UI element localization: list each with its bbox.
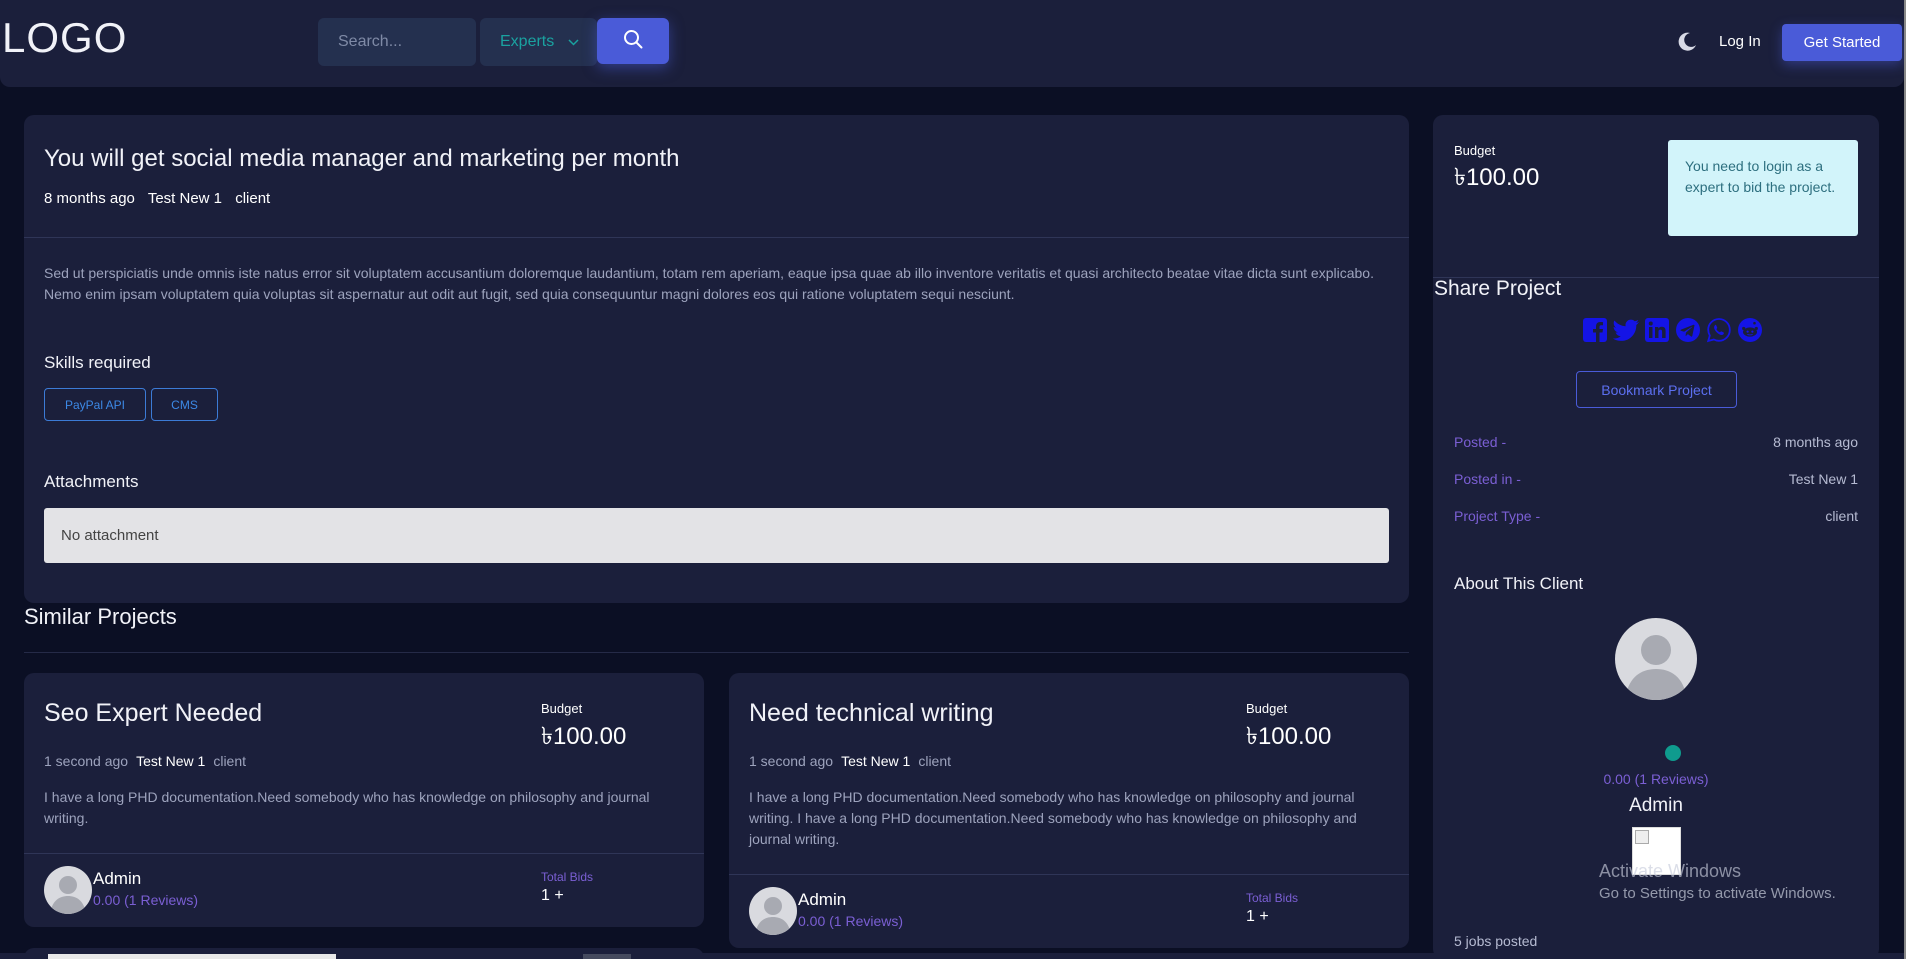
- project-description: Sed ut perspiciatis unde omnis iste natu…: [44, 265, 1374, 302]
- attachments-empty: No attachment: [44, 508, 1389, 563]
- project-type: client: [213, 753, 247, 769]
- similar-project-title[interactable]: Need technical writing: [749, 699, 994, 728]
- search-icon: [623, 29, 643, 54]
- divider: [24, 652, 1409, 653]
- divider: [24, 237, 1409, 238]
- similar-project-description: I have a long PHD documentation.Need som…: [44, 789, 650, 826]
- total-bids-value: 1 +: [1246, 908, 1269, 925]
- facebook-icon[interactable]: [1581, 316, 1609, 344]
- posted-label: Posted -: [1454, 434, 1507, 450]
- client-avatar: [1615, 618, 1697, 700]
- scrollbar-thumb[interactable]: [583, 954, 631, 959]
- budget-value: ৳100.00: [541, 723, 627, 750]
- whatsapp-icon[interactable]: [1705, 316, 1733, 344]
- login-required-alert: You need to login as a expert to bid the…: [1668, 140, 1858, 236]
- client-rating: 0.00 (1 Reviews): [1603, 771, 1709, 787]
- similar-project-card[interactable]: Need technical writing Budget ৳100.00 1 …: [729, 673, 1409, 948]
- posted-in-value: Test New 1: [1788, 471, 1858, 487]
- get-started-button[interactable]: Get Started: [1782, 24, 1902, 61]
- scrollbar-thumb[interactable]: [48, 954, 336, 959]
- skill-tag[interactable]: CMS: [151, 388, 218, 421]
- top-navbar: LOGO Experts Log In Get Started: [0, 0, 1904, 87]
- search-input[interactable]: [318, 18, 476, 66]
- posted-value: 8 months ago: [1773, 434, 1858, 450]
- project-type-label: Project Type -: [1454, 508, 1541, 524]
- project-details-card: You will get social media manager and ma…: [24, 115, 1409, 603]
- site-logo[interactable]: LOGO: [2, 14, 127, 62]
- about-client-heading: About This Client: [1454, 574, 1584, 593]
- horizontal-scrollbar[interactable]: [0, 953, 1904, 959]
- posted-time: 8 months ago: [44, 190, 135, 207]
- chevron-down-icon: [568, 35, 579, 49]
- budget-label: Budget: [541, 701, 583, 716]
- project-type-value: client: [1825, 508, 1858, 524]
- posted-time: 1 second ago: [44, 753, 129, 769]
- skill-tag[interactable]: PayPal API: [44, 388, 146, 421]
- budget-label: Budget: [1246, 701, 1288, 716]
- divider: [24, 853, 704, 854]
- posted-time: 1 second ago: [749, 753, 834, 769]
- author-name[interactable]: Admin: [93, 869, 141, 889]
- avatar: [749, 887, 797, 935]
- search-category-select[interactable]: Experts: [480, 18, 597, 66]
- total-bids-label: Total Bids: [1246, 891, 1299, 905]
- divider: [729, 874, 1409, 875]
- posted-in-label: Posted in -: [1454, 471, 1521, 487]
- client-name[interactable]: Admin: [1433, 795, 1879, 817]
- project-type: client: [918, 753, 952, 769]
- similar-project-meta: 1 second ago Test New 1 client: [749, 753, 951, 769]
- similar-project-title[interactable]: Seo Expert Needed: [44, 699, 262, 728]
- jobs-posted-count: 5 jobs posted: [1454, 933, 1538, 949]
- skills-heading: Skills required: [44, 353, 151, 372]
- login-link[interactable]: Log In: [1719, 33, 1761, 50]
- project-category: Test New 1: [841, 753, 911, 769]
- avatar: [44, 866, 92, 914]
- budget-label: Budget: [1454, 143, 1496, 158]
- online-status-dot: [1665, 745, 1681, 761]
- twitter-icon[interactable]: [1612, 316, 1640, 344]
- posted-row: Posted - 8 months ago: [1454, 434, 1858, 450]
- similar-project-meta: 1 second ago Test New 1 client: [44, 753, 246, 769]
- similar-project-description: I have a long PHD documentation.Need som…: [749, 789, 1357, 847]
- similar-project-card[interactable]: Seo Expert Needed Budget ৳100.00 1 secon…: [24, 673, 704, 927]
- share-heading: Share Project: [1434, 277, 1562, 300]
- activate-windows-watermark: Activate Windows: [1599, 861, 1742, 881]
- project-type: client: [235, 190, 271, 207]
- project-sidebar: Budget ৳100.00 You need to login as a ex…: [1433, 115, 1879, 959]
- project-category: Test New 1: [136, 753, 206, 769]
- posted-in-row: Posted in - Test New 1: [1454, 471, 1858, 487]
- reddit-icon[interactable]: [1736, 316, 1764, 344]
- search-category-label: Experts: [500, 33, 555, 50]
- budget-value: ৳100.00: [1246, 723, 1332, 750]
- bookmark-project-button[interactable]: Bookmark Project: [1576, 371, 1737, 408]
- total-bids-label: Total Bids: [541, 870, 594, 884]
- linkedin-icon[interactable]: [1643, 316, 1671, 344]
- budget-value: ৳100.00: [1454, 164, 1540, 191]
- telegram-icon[interactable]: [1674, 316, 1702, 344]
- similar-projects-heading: Similar Projects: [24, 604, 177, 629]
- project-title: You will get social media manager and ma…: [44, 145, 680, 172]
- moon-icon[interactable]: [1676, 31, 1698, 53]
- author-name[interactable]: Admin: [798, 890, 846, 910]
- project-meta: 8 months ago Test New 1 client: [44, 190, 279, 207]
- project-category: Test New 1: [147, 190, 223, 207]
- author-rating: 0.00 (1 Reviews): [798, 913, 904, 929]
- share-icons: [1581, 316, 1764, 344]
- total-bids-value: 1 +: [541, 887, 564, 904]
- author-rating: 0.00 (1 Reviews): [93, 892, 199, 908]
- activate-windows-hint: Go to Settings to activate Windows.: [1599, 885, 1836, 902]
- project-type-row: Project Type - client: [1454, 508, 1858, 524]
- attachments-heading: Attachments: [44, 472, 139, 491]
- search-button[interactable]: [597, 18, 669, 64]
